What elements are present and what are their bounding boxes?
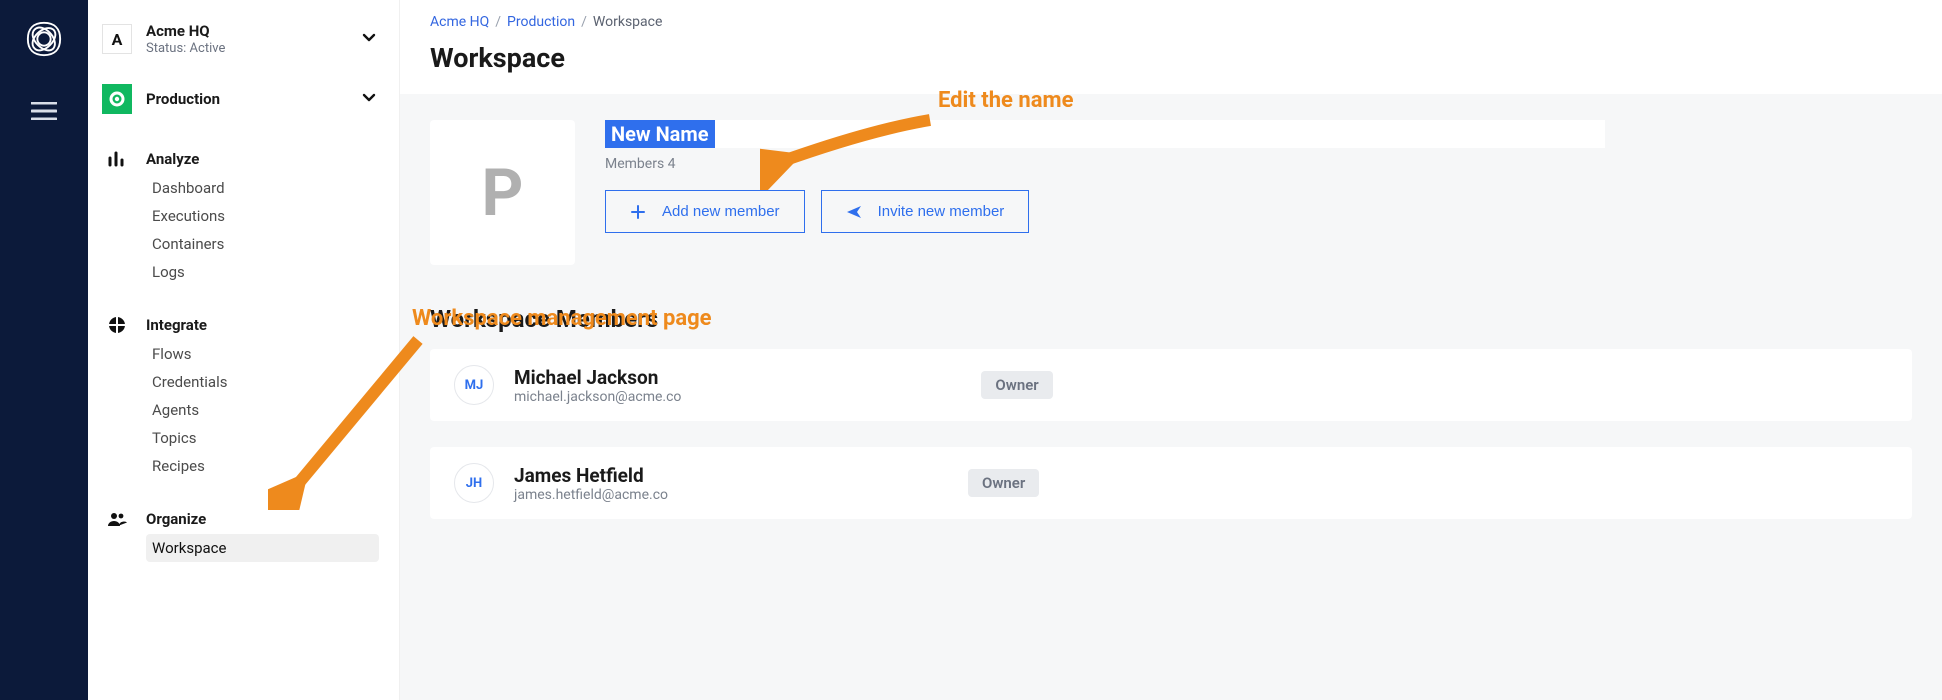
sidebar-item-credentials[interactable]: Credentials	[146, 368, 399, 396]
workspace-avatar: P	[430, 120, 575, 265]
page-title: Workspace	[400, 30, 1942, 94]
avatar: JH	[454, 463, 494, 503]
breadcrumb-project[interactable]: Production	[507, 14, 575, 30]
sidebar-item-flows[interactable]: Flows	[146, 340, 399, 368]
analyze-icon	[102, 150, 132, 168]
section-integrate[interactable]: Integrate	[88, 302, 399, 340]
member-email: james.hetfield@acme.co	[514, 487, 668, 503]
send-icon	[846, 204, 862, 220]
main-content: Acme HQ/ Production/ Workspace Workspace…	[400, 0, 1942, 700]
organize-icon	[102, 512, 132, 526]
section-label: Organize	[146, 510, 206, 528]
breadcrumb-current: Workspace	[593, 14, 663, 30]
sidebar: A Acme HQ Status: Active Production Anal…	[88, 0, 400, 700]
chevron-down-icon	[361, 29, 377, 49]
breadcrumb: Acme HQ/ Production/ Workspace	[400, 0, 1942, 30]
member-email: michael.jackson@acme.co	[514, 389, 681, 405]
org-switcher[interactable]: A Acme HQ Status: Active	[88, 16, 399, 62]
button-label: Add new member	[662, 203, 780, 220]
workspace-member-count: Members 4	[605, 156, 676, 172]
plus-icon	[630, 204, 646, 220]
integrate-icon	[102, 316, 132, 334]
section-analyze[interactable]: Analyze	[88, 136, 399, 174]
breadcrumb-org[interactable]: Acme HQ	[430, 14, 489, 30]
sidebar-item-containers[interactable]: Containers	[146, 230, 399, 258]
workspace-header-card: P New Name Members 4 Add new member Invi…	[430, 120, 1912, 305]
nav-rail	[0, 0, 88, 700]
section-label: Analyze	[146, 150, 199, 168]
add-member-button[interactable]: Add new member	[605, 190, 805, 233]
workspace-name-edit[interactable]: New Name	[605, 120, 1605, 148]
hamburger-menu-icon[interactable]	[31, 102, 57, 120]
section-organize[interactable]: Organize	[88, 496, 399, 534]
sidebar-item-logs[interactable]: Logs	[146, 258, 399, 286]
role-badge: Owner	[981, 371, 1052, 399]
sidebar-item-recipes[interactable]: Recipes	[146, 452, 399, 480]
member-name: Michael Jackson	[514, 366, 681, 389]
workspace-name-value: New Name	[605, 120, 715, 148]
project-avatar	[102, 84, 132, 114]
project-name: Production	[146, 90, 220, 108]
section-label: Integrate	[146, 316, 207, 334]
members-section-title: Workspace Members	[430, 305, 1912, 333]
org-name: Acme HQ	[146, 22, 347, 40]
sidebar-item-topics[interactable]: Topics	[146, 424, 399, 452]
sidebar-item-dashboard[interactable]: Dashboard	[146, 174, 399, 202]
sidebar-item-agents[interactable]: Agents	[146, 396, 399, 424]
member-row: JH James Hetfield james.hetfield@acme.co…	[430, 447, 1912, 519]
avatar: MJ	[454, 365, 494, 405]
button-label: Invite new member	[878, 203, 1005, 220]
org-status: Status: Active	[146, 41, 347, 56]
org-avatar: A	[102, 24, 132, 54]
invite-member-button[interactable]: Invite new member	[821, 190, 1030, 233]
role-badge: Owner	[968, 469, 1039, 497]
member-name: James Hetfield	[514, 464, 668, 487]
member-row: MJ Michael Jackson michael.jackson@acme.…	[430, 349, 1912, 421]
chevron-down-icon	[361, 89, 377, 109]
sidebar-item-executions[interactable]: Executions	[146, 202, 399, 230]
sidebar-item-workspace[interactable]: Workspace	[146, 534, 379, 562]
project-switcher[interactable]: Production	[88, 78, 399, 120]
app-logo	[25, 20, 63, 62]
